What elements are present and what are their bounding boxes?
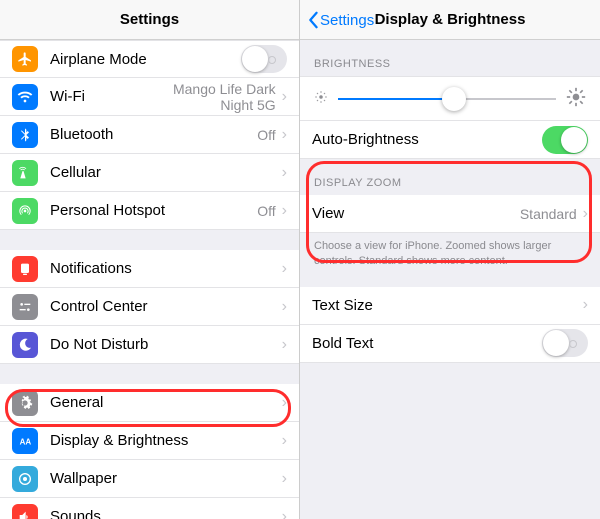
display-zoom-header: DISPLAY ZOOM bbox=[300, 159, 600, 195]
settings-row-sounds[interactable]: Sounds› bbox=[0, 498, 299, 519]
settings-row-wallpaper[interactable]: Wallpaper› bbox=[0, 460, 299, 498]
airplane-toggle[interactable] bbox=[241, 45, 287, 73]
auto-brightness-row[interactable]: Auto-Brightness bbox=[300, 121, 600, 159]
chevron-icon: › bbox=[282, 470, 287, 488]
row-value: Off bbox=[257, 203, 275, 219]
settings-row-control[interactable]: Control Center› bbox=[0, 288, 299, 326]
control-icon bbox=[12, 294, 38, 320]
row-label: Wi-Fi bbox=[50, 88, 146, 105]
text-size-row[interactable]: Text Size › bbox=[300, 287, 600, 325]
settings-row-display[interactable]: AA Display & Brightness› bbox=[0, 422, 299, 460]
sounds-icon bbox=[12, 504, 38, 519]
row-label: Personal Hotspot bbox=[50, 202, 257, 219]
row-label: Display & Brightness bbox=[50, 432, 282, 449]
chevron-icon: › bbox=[282, 432, 287, 450]
row-label: Sounds bbox=[50, 508, 282, 519]
chevron-icon: › bbox=[282, 394, 287, 412]
row-value: Mango Life Dark Night 5G bbox=[146, 81, 276, 113]
row-label: Bluetooth bbox=[50, 126, 257, 143]
zoom-footer: Choose a view for iPhone. Zoomed shows l… bbox=[300, 233, 600, 279]
view-label: View bbox=[312, 205, 520, 222]
settings-list: Airplane Mode Wi-FiMango Life Dark Night … bbox=[0, 40, 299, 519]
svg-text:AA: AA bbox=[20, 437, 32, 446]
sun-big-icon bbox=[566, 87, 586, 110]
settings-row-notif[interactable]: Notifications› bbox=[0, 250, 299, 288]
bold-text-label: Bold Text bbox=[312, 335, 542, 352]
left-title: Settings bbox=[120, 11, 179, 28]
right-title: Display & Brightness bbox=[375, 11, 526, 28]
wallpaper-icon bbox=[12, 466, 38, 492]
bold-text-row[interactable]: Bold Text bbox=[300, 325, 600, 363]
bold-text-toggle[interactable] bbox=[542, 329, 588, 357]
chevron-icon: › bbox=[282, 88, 287, 106]
bluetooth-icon bbox=[12, 122, 38, 148]
row-label: Cellular bbox=[50, 164, 282, 181]
chevron-icon: › bbox=[583, 205, 588, 223]
row-label: Notifications bbox=[50, 260, 282, 277]
settings-row-cellular[interactable]: Cellular› bbox=[0, 154, 299, 192]
chevron-icon: › bbox=[282, 508, 287, 519]
back-button[interactable]: Settings bbox=[306, 0, 374, 40]
chevron-icon: › bbox=[583, 296, 588, 314]
settings-pane: Settings Airplane Mode Wi-FiMango Life Da… bbox=[0, 0, 300, 519]
text-size-label: Text Size bbox=[312, 297, 583, 314]
row-label: Control Center bbox=[50, 298, 282, 315]
row-label: Wallpaper bbox=[50, 470, 282, 487]
hotspot-icon bbox=[12, 198, 38, 224]
auto-brightness-label: Auto-Brightness bbox=[312, 131, 542, 148]
auto-brightness-toggle[interactable] bbox=[542, 126, 588, 154]
row-label: Do Not Disturb bbox=[50, 336, 282, 353]
settings-row-wifi[interactable]: Wi-FiMango Life Dark Night 5G › bbox=[0, 78, 299, 116]
chevron-icon: › bbox=[282, 336, 287, 354]
left-navbar: Settings bbox=[0, 0, 299, 40]
row-value: Off bbox=[257, 127, 275, 143]
settings-row-general[interactable]: General› bbox=[0, 384, 299, 422]
settings-row-hotspot[interactable]: Personal HotspotOff › bbox=[0, 192, 299, 230]
settings-row-bluetooth[interactable]: BluetoothOff › bbox=[0, 116, 299, 154]
display-brightness-pane: Settings Display & Brightness BRIGHTNESS… bbox=[300, 0, 600, 519]
view-value: Standard bbox=[520, 206, 577, 222]
chevron-icon: › bbox=[282, 260, 287, 278]
chevron-icon: › bbox=[282, 164, 287, 182]
settings-row-dnd[interactable]: Do Not Disturb› bbox=[0, 326, 299, 364]
back-label: Settings bbox=[320, 12, 374, 29]
general-icon bbox=[12, 390, 38, 416]
brightness-slider[interactable] bbox=[338, 98, 556, 100]
cellular-icon bbox=[12, 160, 38, 186]
dnd-icon bbox=[12, 332, 38, 358]
settings-row-airplane[interactable]: Airplane Mode bbox=[0, 40, 299, 78]
row-label: Airplane Mode bbox=[50, 51, 241, 68]
brightness-header: BRIGHTNESS bbox=[300, 40, 600, 76]
airplane-icon bbox=[12, 46, 38, 72]
chevron-icon: › bbox=[282, 126, 287, 144]
row-label: General bbox=[50, 394, 282, 411]
chevron-icon: › bbox=[282, 298, 287, 316]
view-row[interactable]: View Standard › bbox=[300, 195, 600, 233]
notif-icon bbox=[12, 256, 38, 282]
right-navbar: Settings Display & Brightness bbox=[300, 0, 600, 40]
right-content: BRIGHTNESS Auto-Brightness DISPLAY ZOOM … bbox=[300, 40, 600, 519]
chevron-icon: › bbox=[282, 202, 287, 220]
wifi-icon bbox=[12, 84, 38, 110]
sun-small-icon bbox=[314, 90, 328, 107]
brightness-slider-row bbox=[300, 76, 600, 121]
display-icon: AA bbox=[12, 428, 38, 454]
